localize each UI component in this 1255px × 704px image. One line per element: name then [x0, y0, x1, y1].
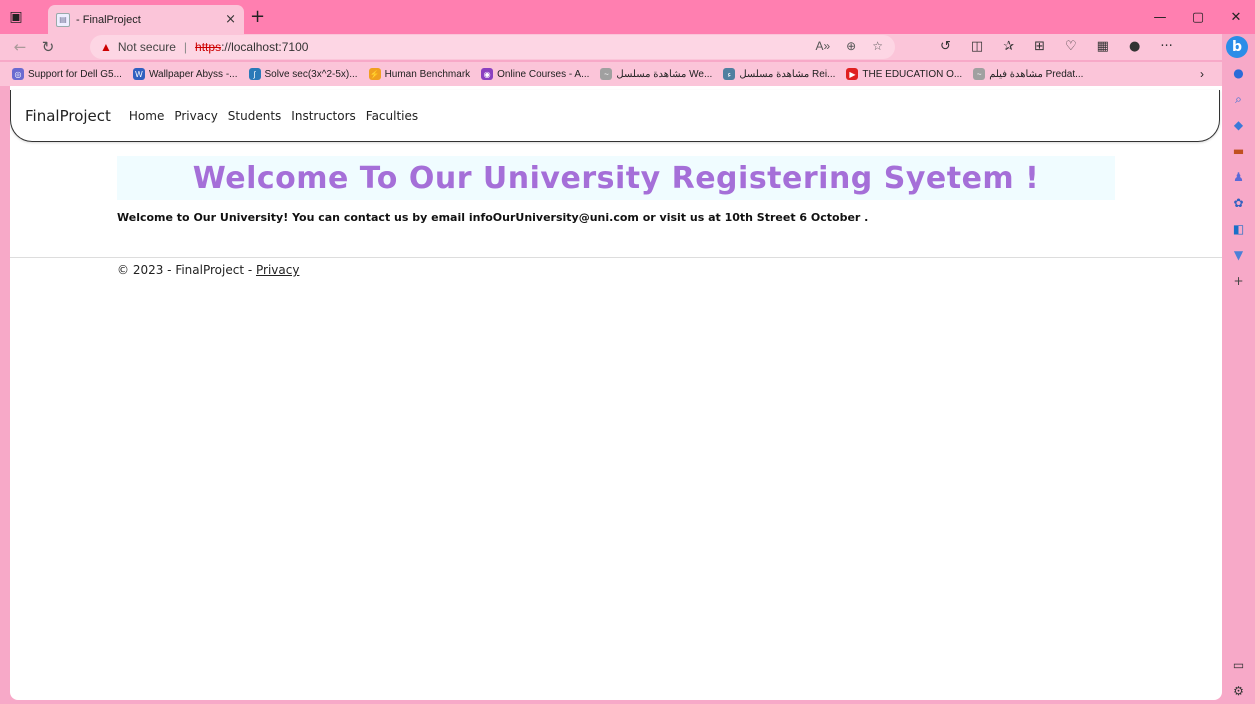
bookmark-favicon-icon: ◉	[481, 68, 494, 80]
window-controls: — ▢ ✕	[1141, 0, 1255, 34]
profile-avatar-icon[interactable]: ●	[1129, 39, 1140, 54]
shopping-tag-icon[interactable]: ◆	[1222, 112, 1255, 138]
bookmark-item[interactable]: W Wallpaper Abyss -...	[132, 68, 238, 80]
browser-tab[interactable]: ▤ - FinalProject ×	[48, 5, 244, 34]
tools-briefcase-icon[interactable]: ▬	[1222, 138, 1255, 164]
outlook-icon[interactable]: ◧	[1222, 216, 1255, 242]
bookmark-label: مشاهدة مسلسل We...	[616, 68, 713, 80]
restore-button[interactable]: ▢	[1179, 0, 1217, 34]
welcome-title: Welcome To Our University Registering Sy…	[192, 160, 1040, 196]
hide-sidebar-icon[interactable]: ▭	[1222, 652, 1255, 678]
page-favicon-icon: ▤	[56, 12, 70, 27]
zoom-icon[interactable]: ⊕	[846, 39, 856, 53]
site-footer: © 2023 - FinalProject - Privacy	[117, 263, 299, 277]
refresh-icon[interactable]: ↻	[34, 38, 62, 56]
bookmark-favicon-icon: W	[132, 68, 145, 80]
url-input[interactable]: ▲ Not secure | https ://localhost:7100 A…	[90, 35, 895, 59]
bookmark-item[interactable]: ∫ Solve sec(3x^2-5x)...	[248, 68, 358, 80]
url-scheme: https	[195, 40, 222, 54]
welcome-banner: Welcome To Our University Registering Sy…	[117, 156, 1115, 200]
bookmark-label: Wallpaper Abyss -...	[148, 68, 238, 80]
url-host: ://localhost:7100	[221, 40, 309, 54]
bookmark-label: THE EDUCATION O...	[862, 68, 963, 80]
tab-actions-icon[interactable]: ▣	[0, 0, 32, 34]
bookmarks-overflow-icon[interactable]: ›	[1200, 67, 1204, 81]
sidebar-bottom: ▭ ⚙	[1222, 652, 1255, 704]
toolbar-icons: ↺ ◫ ✰ ⊞ ♡ ▦ ● ···	[940, 39, 1173, 54]
tab-title: - FinalProject	[76, 13, 141, 26]
bookmark-favicon-icon: ∫	[248, 68, 261, 80]
minimize-button[interactable]: —	[1141, 0, 1179, 34]
collections-icon[interactable]: ⊞	[1034, 39, 1045, 54]
bookmark-favicon-icon: ء	[723, 68, 736, 80]
footer-copyright: © 2023 - FinalProject -	[117, 263, 256, 277]
bookmark-label: Solve sec(3x^2-5x)...	[264, 68, 358, 80]
bookmark-label: مشاهدة مسلسل Rei...	[739, 68, 836, 80]
close-window-button[interactable]: ✕	[1217, 0, 1255, 34]
bookmark-item[interactable]: ◎ Support for Dell G5...	[12, 68, 122, 80]
bookmark-label: مشاهدة فيلم Predat...	[989, 68, 1084, 80]
favorite-star-icon[interactable]: ☆	[872, 39, 883, 53]
bookmark-favicon-icon: ~	[600, 68, 613, 80]
add-sidebar-app-icon[interactable]: +	[1222, 268, 1255, 294]
bookmark-favicon-icon: ◎	[12, 68, 24, 80]
bookmark-item[interactable]: ⚡ Human Benchmark	[368, 68, 471, 80]
bing-copilot-icon[interactable]: b	[1226, 36, 1248, 58]
nav-instructors[interactable]: Instructors	[291, 109, 355, 123]
footer-privacy-link[interactable]: Privacy	[256, 263, 299, 277]
bookmark-label: Support for Dell G5...	[28, 68, 122, 80]
welcome-text: Welcome to Our University! You can conta…	[117, 211, 869, 224]
bookmark-favicon-icon: ▶	[846, 68, 859, 80]
drop-icon[interactable]: ▼	[1222, 242, 1255, 268]
nav-home[interactable]: Home	[129, 109, 164, 123]
new-tab-button[interactable]: +	[250, 6, 265, 27]
split-screen-icon[interactable]: ◫	[971, 39, 983, 54]
bookmarks-bar: ◎ Support for Dell G5... W Wallpaper Abyss …	[0, 62, 1222, 86]
footer-divider	[10, 257, 1222, 258]
site-brand-link[interactable]: FinalProject	[25, 107, 111, 125]
bookmark-label: Human Benchmark	[384, 68, 471, 80]
site-navbar: FinalProject Home Privacy Students Instr…	[10, 90, 1220, 142]
address-bar: ← ↻ ▲ Not secure | https ://localhost:71…	[0, 34, 1222, 60]
bookmark-favicon-icon: ~	[973, 68, 986, 80]
nav-faculties[interactable]: Faculties	[366, 109, 418, 123]
refresh-extension-icon[interactable]: ↺	[940, 39, 951, 54]
games-icon[interactable]: ♟	[1222, 164, 1255, 190]
bookmark-item[interactable]: ء مشاهدة مسلسل Rei...	[723, 68, 835, 80]
title-bar: ▣ ▤ - FinalProject × + — ▢ ✕	[0, 0, 1255, 34]
url-separator: |	[183, 40, 188, 54]
page-viewport: FinalProject Home Privacy Students Instr…	[10, 86, 1222, 700]
sidebar-settings-gear-icon[interactable]: ⚙	[1222, 678, 1255, 704]
nav-privacy[interactable]: Privacy	[174, 109, 217, 123]
bookmark-item[interactable]: ~ مشاهدة فيلم Predat...	[973, 68, 1083, 80]
favorites-icon[interactable]: ✰	[1003, 39, 1014, 54]
bookmark-label: Online Courses - A...	[497, 68, 590, 80]
microsoft-365-icon[interactable]: ✿	[1222, 190, 1255, 216]
bookmark-item[interactable]: ~ مشاهدة مسلسل We...	[600, 68, 712, 80]
warning-icon: ▲	[100, 40, 112, 54]
more-options-icon[interactable]: ···	[1160, 39, 1172, 54]
not-secure-label[interactable]: Not secure	[118, 40, 176, 54]
search-icon[interactable]: ⌕	[1222, 86, 1255, 112]
bookmark-item[interactable]: ◉ Online Courses - A...	[481, 68, 589, 80]
nav-students[interactable]: Students	[228, 109, 282, 123]
browser-essentials-icon[interactable]: ♡	[1065, 39, 1077, 54]
tab-close-icon[interactable]: ×	[225, 12, 236, 27]
back-arrow-icon[interactable]: ←	[6, 38, 34, 56]
bookmark-item[interactable]: ▶ THE EDUCATION O...	[846, 68, 962, 80]
bookmark-favicon-icon: ⚡	[368, 68, 381, 80]
extension-icon[interactable]: ▦	[1097, 39, 1109, 54]
edge-sidebar: ● ⌕ ◆ ▬ ♟ ✿ ◧ ▼ + ▭ ⚙	[1222, 60, 1255, 704]
omnibox-actions: A» ⊕ ☆	[815, 39, 883, 53]
notifications-bell-icon[interactable]: ●	[1222, 60, 1255, 86]
read-aloud-icon[interactable]: A»	[815, 39, 830, 53]
